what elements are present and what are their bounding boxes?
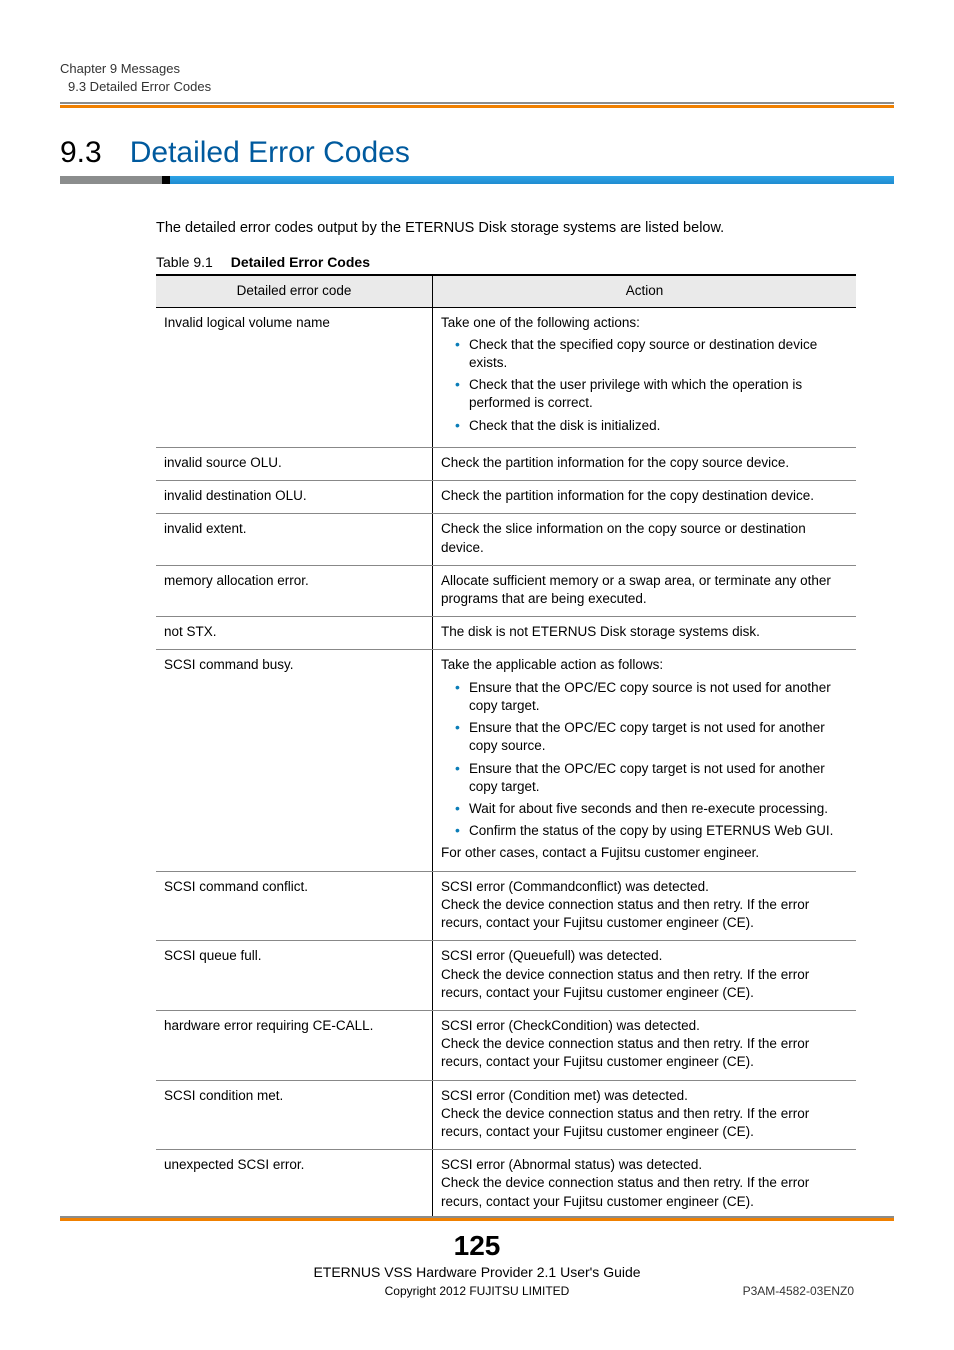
table-row: hardware error requiring CE-CALL. SCSI er…	[156, 1010, 856, 1080]
table-cell-action: SCSI error (Abnormal status) was detecte…	[433, 1150, 857, 1220]
action-text-line: Check the partition information for the …	[441, 454, 848, 472]
table-cell-code: SCSI command busy.	[156, 650, 433, 871]
table-caption: Table 9.1 Detailed Error Codes	[156, 254, 894, 270]
action-bullet: Check that the user privilege with which…	[455, 376, 848, 412]
table-row: memory allocation error.Allocate suffici…	[156, 565, 856, 616]
table-cell-code: SCSI condition met.	[156, 1080, 433, 1150]
page: Chapter 9 Messages 9.3 Detailed Error Co…	[0, 0, 954, 1350]
table-header-code: Detailed error code	[156, 275, 433, 307]
action-bullet-list: Ensure that the OPC/EC copy source is no…	[441, 679, 848, 841]
table-row: Invalid logical volume nameTake one of t…	[156, 307, 856, 447]
table-cell-action: Take one of the following actions: Check …	[433, 307, 857, 447]
action-text-line: SCSI error (CheckCondition) was detected…	[441, 1017, 848, 1035]
action-lead: Take one of the following actions:	[441, 314, 848, 332]
table-row: invalid source OLU. Check the partition i…	[156, 447, 856, 480]
intro-text: The detailed error codes output by the E…	[156, 220, 894, 236]
action-text-line: The disk is not ETERNUS Disk storage sys…	[441, 623, 848, 641]
header-rule	[60, 102, 894, 104]
section-heading: 9.3 Detailed Error Codes	[60, 136, 894, 170]
error-codes-table: Detailed error code Action Invalid logic…	[156, 274, 856, 1221]
table-row: SCSI command conflict. SCSI error (Comman…	[156, 871, 856, 941]
table-row: unexpected SCSI error. SCSI error (Abnorm…	[156, 1150, 856, 1220]
action-text-line: Check the slice information on the copy …	[441, 520, 848, 556]
running-header-chapter: Chapter 9 Messages	[60, 60, 894, 78]
page-number: 125	[0, 1230, 954, 1262]
table-cell-action: SCSI error (Condition met) was detected.…	[433, 1080, 857, 1150]
action-bullet: Ensure that the OPC/EC copy target is no…	[455, 719, 848, 755]
table-cell-code: invalid extent.	[156, 514, 433, 565]
table-row: SCSI command busy.Take the applicable ac…	[156, 650, 856, 871]
table-cell-action: The disk is not ETERNUS Disk storage sys…	[433, 617, 857, 650]
table-row: not STX. The disk is not ETERNUS Disk sto…	[156, 617, 856, 650]
action-bullet: Wait for about five seconds and then re-…	[455, 800, 848, 818]
table-cell-code: invalid destination OLU.	[156, 481, 433, 514]
table-row: SCSI queue full.SCSI error (Queuefull) w…	[156, 941, 856, 1011]
action-bullet: Ensure that the OPC/EC copy source is no…	[455, 679, 848, 715]
table-cell-action: Take the applicable action as follows: En…	[433, 650, 857, 871]
action-text-line: Check the device connection status and t…	[441, 1035, 848, 1071]
table-cell-action: Check the partition information for the …	[433, 481, 857, 514]
table-row: SCSI condition met.SCSI error (Condition…	[156, 1080, 856, 1150]
action-text-line: Check the partition information for the …	[441, 487, 848, 505]
running-header: Chapter 9 Messages 9.3 Detailed Error Co…	[60, 60, 894, 96]
action-bullet: Check that the specified copy source or …	[455, 336, 848, 372]
section-title: Detailed Error Codes	[130, 136, 410, 170]
action-foot: For other cases, contact a Fujitsu custo…	[441, 844, 848, 862]
table-cell-code: not STX.	[156, 617, 433, 650]
action-text-line: SCSI error (Queuefull) was detected.	[441, 947, 848, 965]
action-bullet: Check that the disk is initialized.	[455, 417, 848, 435]
running-header-section: 9.3 Detailed Error Codes	[60, 78, 894, 96]
action-text-line: Allocate sufficient memory or a swap are…	[441, 572, 848, 608]
action-lead: Take the applicable action as follows:	[441, 656, 848, 674]
action-text-line: Check the device connection status and t…	[441, 1174, 848, 1210]
header-orange-bar	[60, 105, 894, 108]
table-cell-action: SCSI error (Queuefull) was detected.Chec…	[433, 941, 857, 1011]
action-bullet: Ensure that the OPC/EC copy target is no…	[455, 760, 848, 796]
table-cell-code: hardware error requiring CE-CALL.	[156, 1010, 433, 1080]
table-cell-code: memory allocation error.	[156, 565, 433, 616]
table-caption-label: Table 9.1	[156, 254, 213, 270]
section-underline	[60, 176, 894, 184]
table-cell-action: Allocate sufficient memory or a swap are…	[433, 565, 857, 616]
action-text-line: SCSI error (Abnormal status) was detecte…	[441, 1156, 848, 1174]
table-row: invalid destination OLU. Check the partit…	[156, 481, 856, 514]
table-cell-code: unexpected SCSI error.	[156, 1150, 433, 1220]
footer-doc-code: P3AM-4582-03ENZ0	[743, 1284, 854, 1298]
action-text-line: Check the device connection status and t…	[441, 966, 848, 1002]
section-underline-blue	[170, 176, 894, 184]
action-text-line: SCSI error (Condition met) was detected.	[441, 1087, 848, 1105]
table-row: invalid extent.Check the slice informati…	[156, 514, 856, 565]
table-header-action: Action	[433, 275, 857, 307]
table-cell-action: Check the partition information for the …	[433, 447, 857, 480]
table-cell-code: SCSI command conflict.	[156, 871, 433, 941]
footer-orange-bar	[60, 1218, 894, 1221]
table-header-row: Detailed error code Action	[156, 275, 856, 307]
action-text-line: Check the device connection status and t…	[441, 1105, 848, 1141]
section-underline-grey	[60, 176, 162, 184]
table-cell-action: Check the slice information on the copy …	[433, 514, 857, 565]
footer-doc-title: ETERNUS VSS Hardware Provider 2.1 User's…	[0, 1264, 954, 1280]
section-underline-square	[162, 176, 170, 184]
table-cell-action: SCSI error (Commandconflict) was detecte…	[433, 871, 857, 941]
action-text-line: SCSI error (Commandconflict) was detecte…	[441, 878, 848, 896]
table-cell-code: SCSI queue full.	[156, 941, 433, 1011]
action-text-line: Check the device connection status and t…	[441, 896, 848, 932]
table-cell-action: SCSI error (CheckCondition) was detected…	[433, 1010, 857, 1080]
action-bullet-list: Check that the specified copy source or …	[441, 336, 848, 435]
table-cell-code: invalid source OLU.	[156, 447, 433, 480]
action-bullet: Confirm the status of the copy by using …	[455, 822, 848, 840]
section-number: 9.3	[60, 136, 102, 170]
table-caption-title: Detailed Error Codes	[231, 254, 370, 270]
table-cell-code: Invalid logical volume name	[156, 307, 433, 447]
